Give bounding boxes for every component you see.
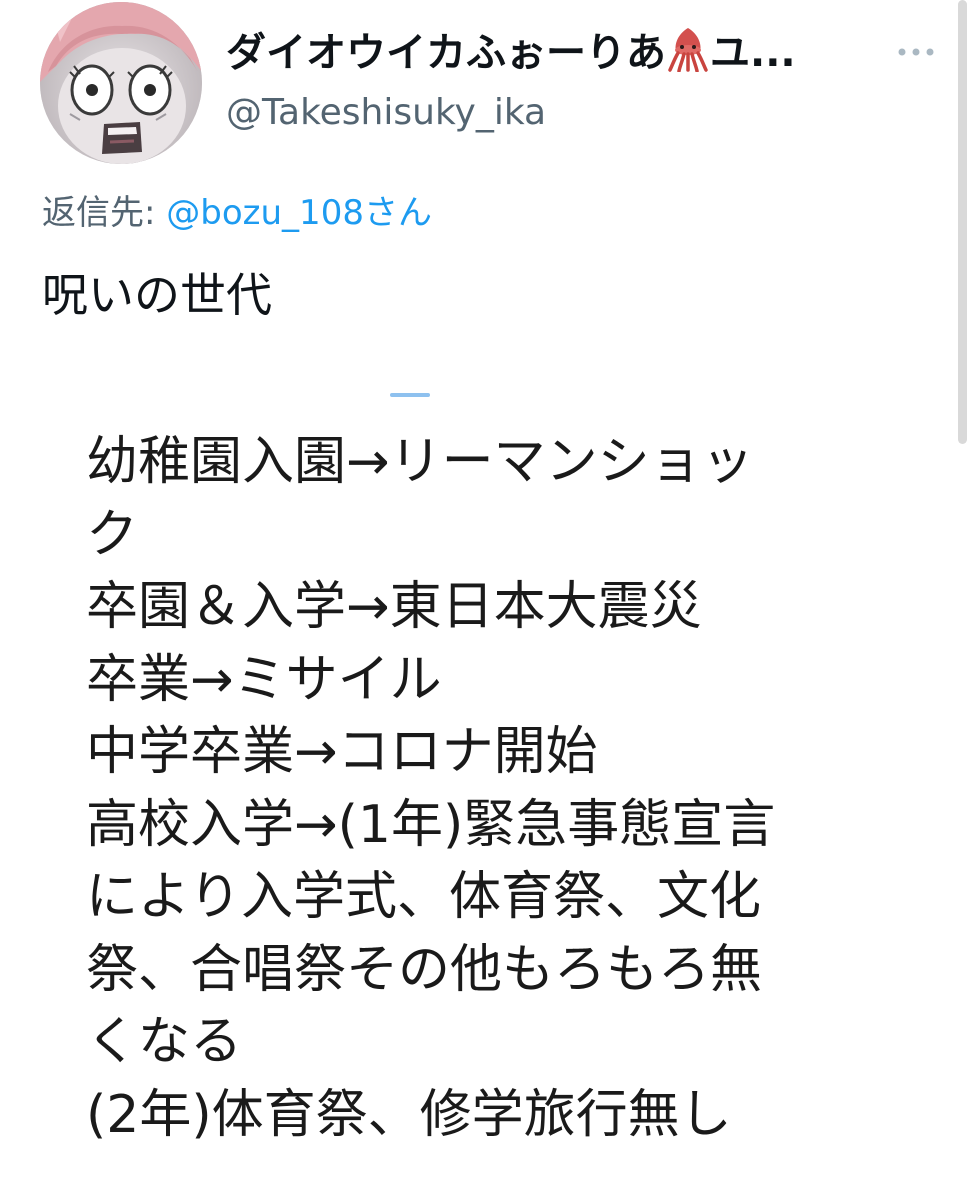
image-text-block: 幼稚園入園→リーマンショッ ク 卒園＆入学→東日本大震災 卒業→ミサイル 中学卒… <box>86 426 775 1151</box>
display-name[interactable]: ダイオウイカふぉーりあ ユ... <box>226 26 796 79</box>
image-line: 高校入学→(1年)緊急事態宣言 <box>86 794 776 855</box>
image-line: (2年)体育祭、修学旅行無し <box>86 1084 732 1145</box>
image-line: 卒業→ミサイル <box>86 649 442 710</box>
image-line: ク <box>86 504 139 565</box>
avatar[interactable] <box>40 2 202 164</box>
reply-prefix: 返信先: <box>42 193 156 233</box>
display-name-suffix: ユ... <box>710 30 796 76</box>
display-name-text: ダイオウイカふぉーりあ <box>226 30 666 76</box>
image-line: 中学卒業→コロナ開始 <box>86 722 598 782</box>
scrollbar[interactable] <box>958 0 967 444</box>
squid-emoji-icon <box>666 26 710 73</box>
image-line: 卒園＆入学→東日本大震災 <box>86 577 702 637</box>
reply-to-link[interactable]: @bozu_108さん <box>166 193 432 233</box>
tweet-text: 呪いの世代 <box>42 268 272 322</box>
image-top-highlight <box>390 393 430 397</box>
image-line: により入学式、体育祭、文化 <box>86 867 761 927</box>
image-line: 幼稚園入園→リーマンショッ <box>86 432 754 492</box>
image-line: 祭、合唱祭その他もろもろ無 <box>86 939 763 1000</box>
reply-context: 返信先: @bozu_108さん <box>42 190 432 236</box>
image-line: くなる <box>86 1012 243 1072</box>
user-handle[interactable]: @Takeshisuky_ika <box>226 90 546 136</box>
attached-image[interactable]: 幼稚園入園→リーマンショッ ク 卒園＆入学→東日本大震災 卒業→ミサイル 中学卒… <box>42 388 958 1200</box>
more-dots-icon[interactable] <box>890 40 942 64</box>
